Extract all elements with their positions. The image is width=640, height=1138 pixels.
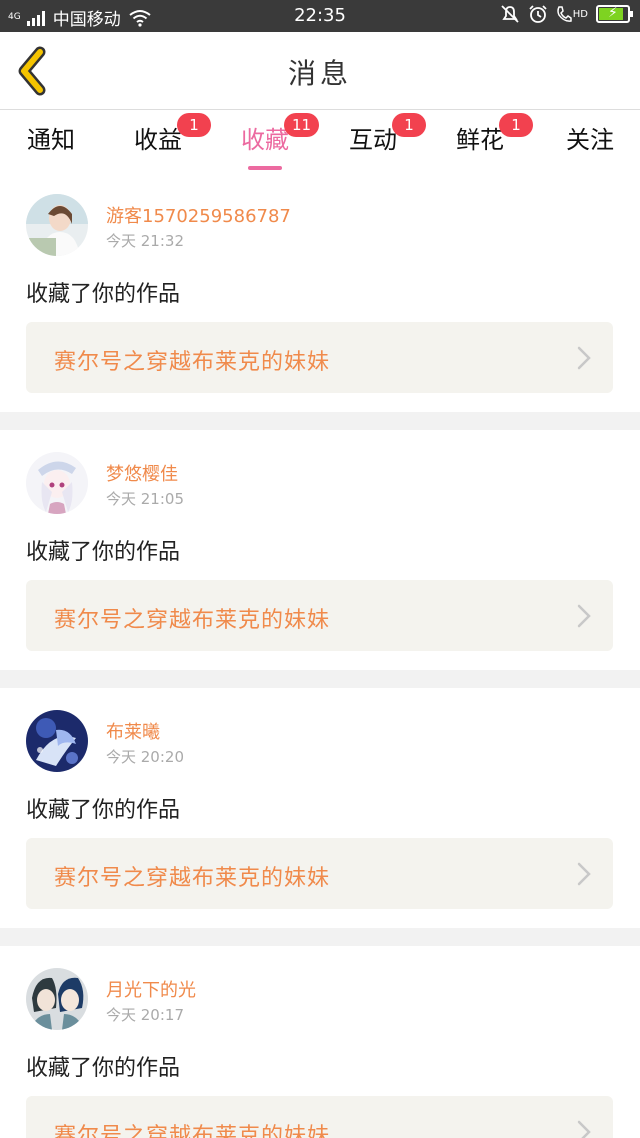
unread-badge: 11	[284, 113, 320, 137]
timestamp: 今天 21:05	[106, 490, 184, 508]
work-title: 赛尔号之穿越布莱克的妹妹	[54, 1124, 331, 1138]
chevron-right-icon	[577, 1120, 591, 1138]
work-link[interactable]: 赛尔号之穿越布莱克的妹妹	[26, 322, 613, 393]
username[interactable]: 月光下的光	[106, 976, 196, 1002]
nav-header: 消息	[0, 32, 640, 110]
tab-label: 收益	[134, 126, 182, 154]
username[interactable]: 布莱曦	[106, 718, 160, 744]
avatar[interactable]	[26, 710, 88, 772]
work-title: 赛尔号之穿越布莱克的妹妹	[54, 350, 331, 375]
work-title: 赛尔号之穿越布莱克的妹妹	[54, 866, 331, 891]
avatar[interactable]	[26, 452, 88, 514]
avatar[interactable]	[26, 194, 88, 256]
username[interactable]: 梦悠樱佳	[106, 460, 178, 486]
divider	[0, 670, 640, 688]
timestamp: 今天 20:17	[106, 1006, 184, 1024]
work-link[interactable]: 赛尔号之穿越布莱克的妹妹	[26, 1096, 613, 1138]
list-item: 布莱曦 今天 20:20 收藏了你的作品 赛尔号之穿越布莱克的妹妹	[0, 688, 640, 928]
username[interactable]: 游客15702595867​87	[106, 202, 291, 228]
divider	[0, 412, 640, 430]
divider	[0, 928, 640, 946]
tab-bar: 通知 收益 1 收藏 11 互动 1 鲜花 1 关注	[0, 110, 640, 172]
chevron-right-icon	[577, 862, 591, 886]
action-text: 收藏了你的作品	[26, 282, 181, 307]
page-title: 消息	[287, 57, 352, 90]
work-link[interactable]: 赛尔号之穿越布莱克的妹妹	[26, 838, 613, 909]
list-item: 游客15702595867​87 今天 21:32 收藏了你的作品 赛尔号之穿越…	[0, 172, 640, 412]
chevron-right-icon	[577, 346, 591, 370]
chevron-right-icon	[577, 604, 591, 628]
unread-badge: 1	[392, 113, 426, 137]
unread-badge: 1	[177, 113, 211, 137]
work-link[interactable]: 赛尔号之穿越布莱克的妹妹	[26, 580, 613, 651]
avatar[interactable]	[26, 968, 88, 1030]
alarm-icon	[529, 5, 547, 23]
tab-flowers[interactable]: 鲜花 1	[435, 113, 533, 155]
list-item: 梦悠樱佳 今天 21:05 收藏了你的作品 赛尔号之穿越布莱克的妹妹	[0, 430, 640, 670]
active-tab-indicator	[248, 166, 282, 170]
tab-label: 互动	[349, 126, 397, 154]
tab-label: 收藏	[241, 126, 289, 154]
mute-icon	[501, 5, 519, 23]
tab-interactions[interactable]: 互动 1	[328, 113, 426, 155]
hd-call-icon: HD	[556, 5, 588, 23]
tab-notifications[interactable]: 通知	[6, 120, 96, 155]
status-bar: 4G 中国移动 22:35 HD ⚡	[0, 0, 640, 32]
list-item: 月光下的光 今天 20:17 收藏了你的作品 赛尔号之穿越布莱克的妹妹	[0, 946, 640, 1138]
tab-label: 通知	[27, 126, 75, 154]
action-text: 收藏了你的作品	[26, 540, 181, 565]
timestamp: 今天 20:20	[106, 748, 184, 766]
unread-badge: 1	[499, 113, 533, 137]
action-text: 收藏了你的作品	[26, 1056, 181, 1081]
work-title: 赛尔号之穿越布莱克的妹妹	[54, 608, 331, 633]
action-text: 收藏了你的作品	[26, 798, 181, 823]
charging-icon: ⚡	[608, 5, 618, 21]
tab-label: 鲜花	[456, 126, 504, 154]
tab-label: 关注	[566, 126, 614, 154]
hd-label: HD	[572, 8, 588, 20]
battery-icon: ⚡	[596, 5, 633, 23]
status-right: HD ⚡	[500, 4, 633, 24]
timestamp: 今天 21:32	[106, 232, 184, 250]
tab-earnings[interactable]: 收益 1	[113, 113, 211, 155]
tab-favorites[interactable]: 收藏 11	[220, 113, 320, 170]
message-list: 游客15702595867​87 今天 21:32 收藏了你的作品 赛尔号之穿越…	[0, 172, 640, 1138]
tab-follows[interactable]: 关注	[545, 120, 635, 155]
